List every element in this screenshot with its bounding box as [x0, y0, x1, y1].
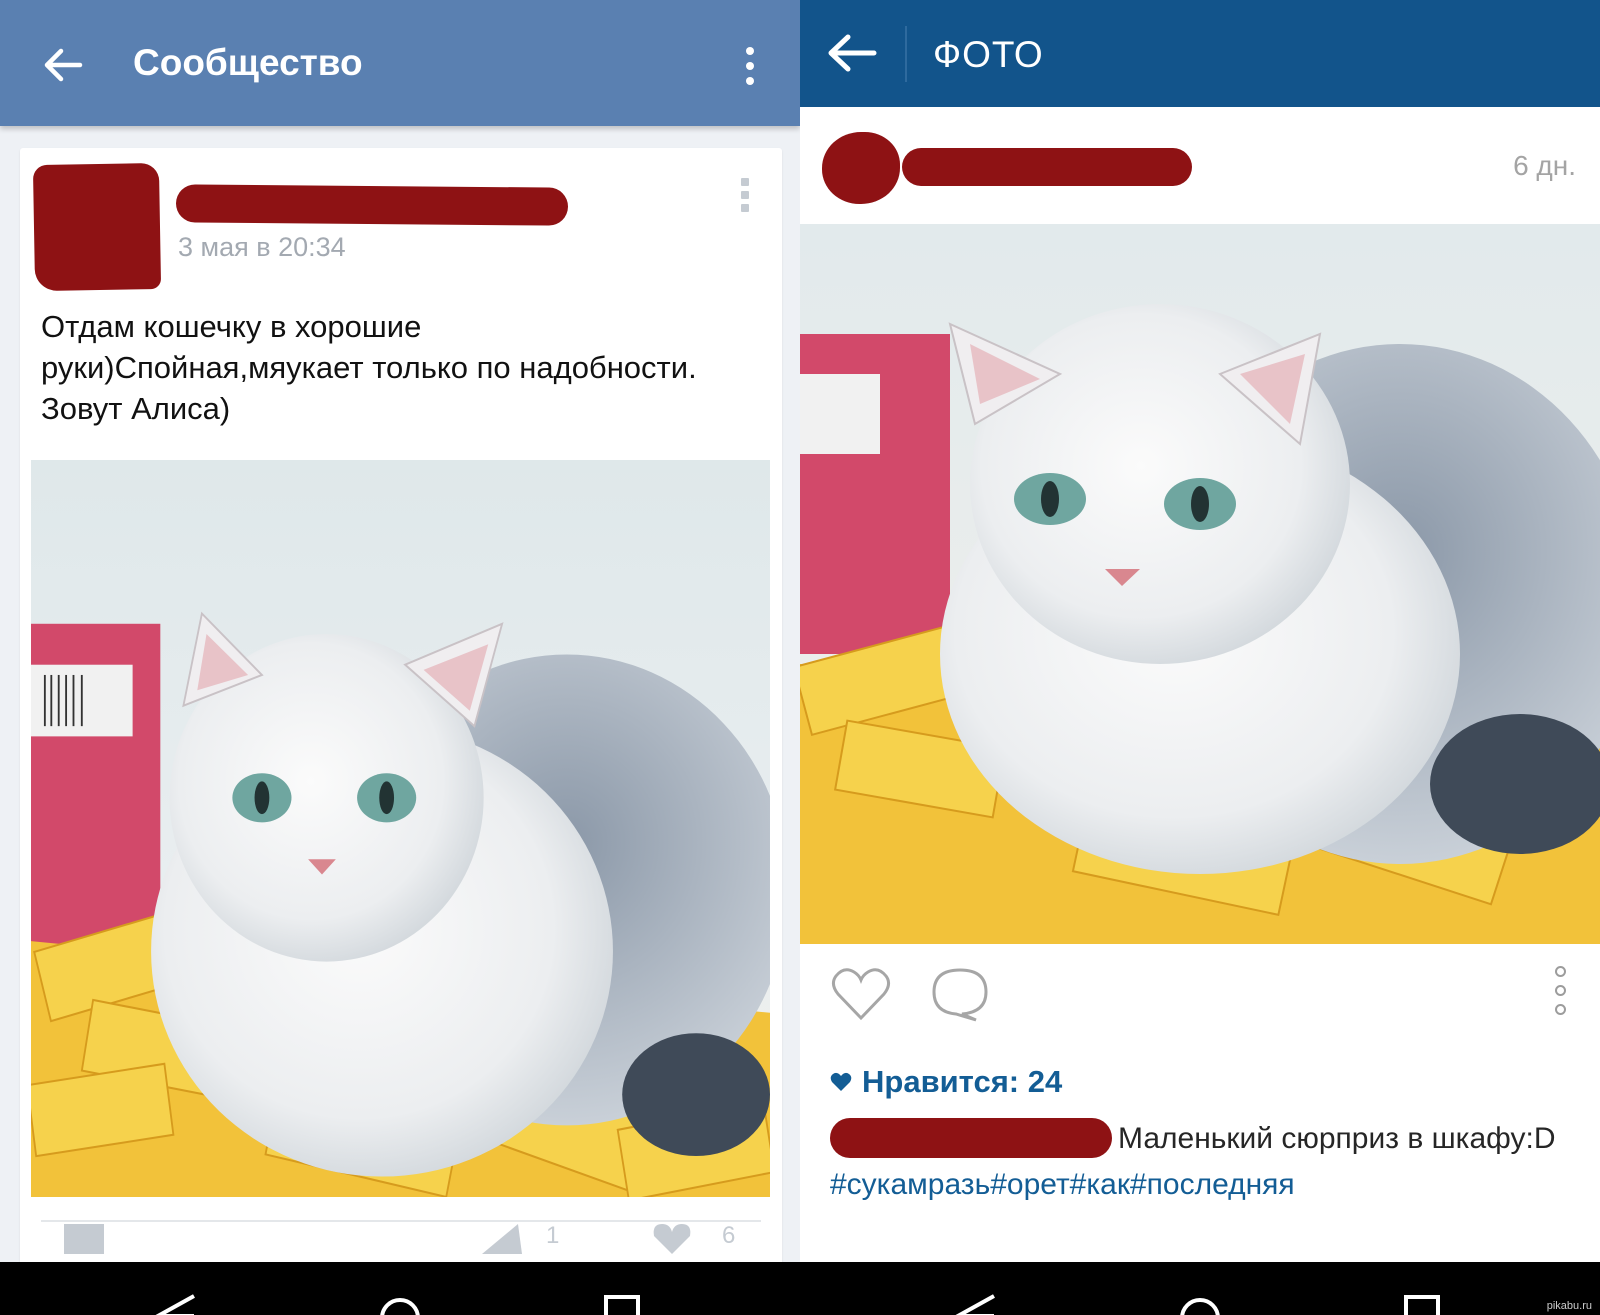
app-header: Сообщество — [0, 0, 800, 126]
back-button[interactable] — [38, 40, 88, 90]
avatar-redacted[interactable] — [822, 132, 900, 204]
arrow-left-icon — [44, 48, 83, 82]
post-photo[interactable] — [31, 460, 770, 1197]
more-options-icon[interactable] — [1550, 966, 1570, 1026]
share-icon[interactable] — [482, 1224, 522, 1254]
cat-photo-illustration — [800, 224, 1600, 944]
android-nav-bar — [0, 1262, 1600, 1315]
nav-home-icon[interactable] — [378, 1294, 422, 1315]
comment-icon[interactable] — [930, 966, 990, 1022]
post-photo[interactable] — [800, 224, 1600, 944]
arrow-left-icon — [828, 34, 877, 72]
nav-recent-icon[interactable] — [602, 1294, 642, 1315]
post-menu-icon[interactable] — [738, 178, 752, 218]
share-count: 1 — [546, 1222, 560, 1249]
like-count: 6 — [722, 1222, 736, 1249]
filled-heart-icon — [830, 1072, 852, 1091]
author-name-redacted[interactable] — [175, 184, 569, 226]
post-caption: Маленький сюрприз в шкафу:D #сукамразь#о… — [830, 1116, 1570, 1208]
caption-hashtags[interactable]: #сукамразь#орет#как#последняя — [830, 1168, 1295, 1201]
nav-home-icon[interactable] — [1178, 1294, 1222, 1315]
instagram-screen: ФОТО 6 дн. Нравится: 24 Маленький сюрпри… — [800, 0, 1600, 1262]
back-button[interactable] — [822, 28, 882, 78]
post-date: 3 мая в 20:34 — [178, 232, 346, 262]
divider — [41, 1220, 761, 1222]
header-separator — [905, 26, 907, 82]
comment-icon[interactable] — [64, 1224, 104, 1254]
page-title: Сообщество — [133, 42, 363, 83]
post-time: 6 дн. — [1513, 150, 1576, 181]
nav-back-icon[interactable] — [954, 1294, 998, 1315]
watermark: pikabu.ru — [1546, 1300, 1592, 1312]
app-header: ФОТО — [800, 0, 1600, 107]
nav-recent-icon[interactable] — [1402, 1294, 1442, 1315]
caption-text: Маленький сюрприз в шкафу:D — [1118, 1122, 1556, 1155]
avatar-redacted[interactable] — [32, 162, 162, 292]
page-title: ФОТО — [933, 34, 1044, 75]
author-name-redacted[interactable] — [902, 148, 1192, 186]
like-icon[interactable] — [652, 1224, 692, 1254]
nav-back-icon[interactable] — [154, 1294, 198, 1315]
cat-photo-illustration — [31, 460, 770, 1197]
likes-count[interactable]: Нравится: 24 — [830, 1064, 1062, 1100]
post-text: Отдам кошечку в хорошие руки)Спойная,мяу… — [41, 309, 697, 426]
more-vertical-icon[interactable] — [730, 38, 770, 94]
heart-icon[interactable] — [830, 966, 892, 1022]
likes-text: Нравится: 24 — [862, 1064, 1063, 1099]
post-card: 3 мая в 20:34 Отдам кошечку в хорошие ру… — [20, 148, 782, 1262]
vk-screen: Сообщество 3 мая в 20:34 Отдам кошечку в… — [0, 0, 800, 1262]
